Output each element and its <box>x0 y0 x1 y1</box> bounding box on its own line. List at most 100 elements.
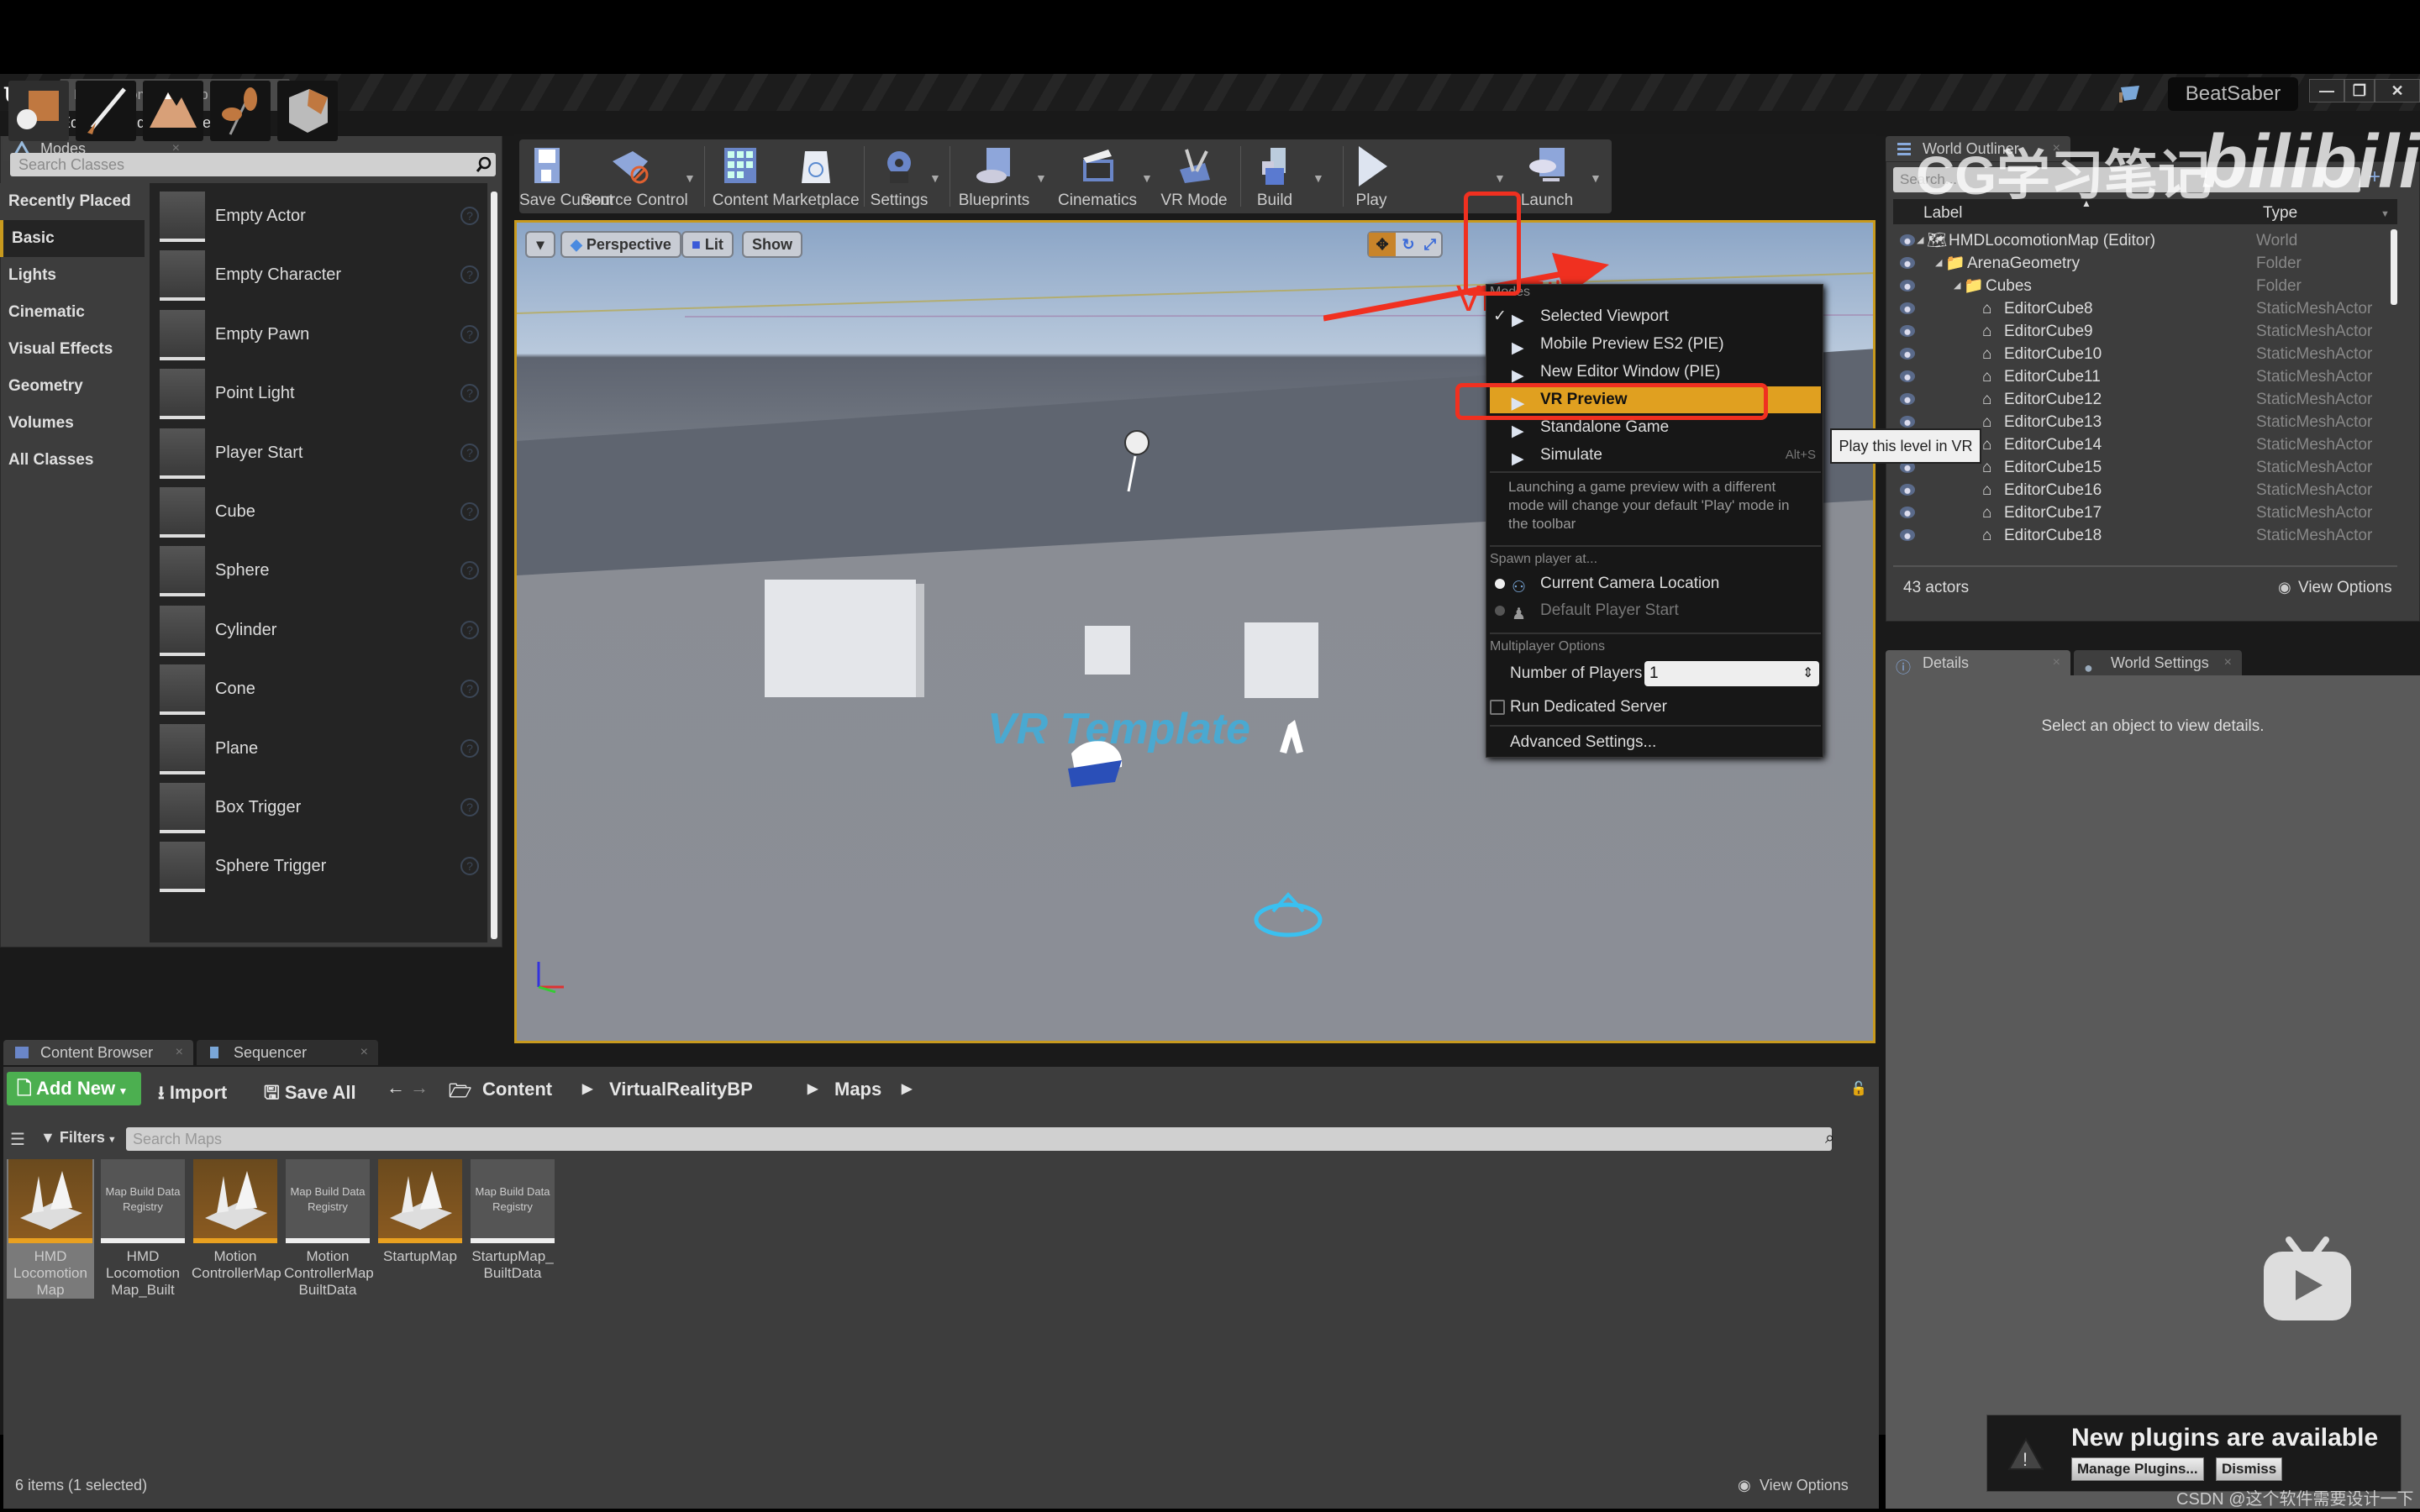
close-button[interactable]: ✕ <box>2375 79 2420 102</box>
outliner-row[interactable]: ◢ 📁 Cubes Folder <box>1897 275 2401 297</box>
category-all-classes[interactable]: All Classes <box>0 442 145 479</box>
launch-button[interactable]: Launch <box>1516 139 1578 213</box>
outliner-row[interactable]: ⌂ EditorCube8 StaticMeshActor <box>1897 297 2401 320</box>
play-mode-item[interactable]: ▶ Mobile Preview ES2 (PIE) <box>1490 331 1821 358</box>
maximize-button[interactable]: ❐ <box>2344 79 2375 102</box>
tab-content-browser[interactable]: Content Browser × <box>3 1040 193 1065</box>
close-tab-icon[interactable]: × <box>2224 650 2232 675</box>
save-all-button[interactable]: 🖫 Save All <box>264 1079 356 1110</box>
category-visual-effects[interactable]: Visual Effects <box>0 331 145 368</box>
geometry-mode-button[interactable] <box>277 81 338 141</box>
placeable-item[interactable]: Box Trigger? <box>160 783 479 833</box>
spinbox-arrows-icon[interactable]: ⇕ <box>1802 664 1813 681</box>
cinematics-button[interactable]: Cinematics <box>1054 139 1141 213</box>
back-arrow-icon[interactable]: ← <box>387 1077 405 1099</box>
visibility-eye-icon[interactable] <box>1900 257 1915 269</box>
blueprints-button[interactable]: Blueprints <box>955 139 1034 213</box>
expand-arrow-icon[interactable]: ◢ <box>1935 252 1942 275</box>
placeable-item[interactable]: Empty Pawn? <box>160 309 479 360</box>
landscape-mode-button[interactable] <box>143 81 203 141</box>
play-mode-item[interactable]: ✓ ▶ Selected Viewport <box>1490 303 1821 330</box>
outliner-view-options[interactable]: View Options <box>2298 579 2392 597</box>
help-icon[interactable]: ? <box>460 680 479 699</box>
paint-mode-button[interactable] <box>76 81 136 141</box>
expand-arrow-icon[interactable]: ◢ <box>1917 229 1923 252</box>
visibility-eye-icon[interactable] <box>1900 325 1915 337</box>
tab-sequencer[interactable]: Sequencer × <box>197 1040 378 1065</box>
minimize-button[interactable]: — <box>2309 79 2344 102</box>
placeable-list-scrollbar[interactable] <box>491 192 497 939</box>
help-icon[interactable]: ? <box>460 798 479 816</box>
help-icon[interactable]: ? <box>460 265 479 285</box>
close-tab-icon[interactable]: × <box>176 1040 183 1065</box>
show-button[interactable]: Show <box>742 231 802 258</box>
number-of-players-input[interactable]: 1 <box>1644 661 1819 686</box>
help-icon[interactable]: ? <box>460 857 479 876</box>
breadcrumb-arrow-icon[interactable]: ▶ <box>582 1080 592 1097</box>
advanced-settings-item[interactable]: Advanced Settings... <box>1510 733 1656 752</box>
source-control-button[interactable]: Source Control <box>581 139 688 213</box>
outliner-row[interactable]: ⌂ EditorCube18 StaticMeshActor <box>1897 524 2401 547</box>
build-button[interactable]: Build <box>1245 139 1304 213</box>
close-tab-icon[interactable]: × <box>2053 650 2060 675</box>
import-button[interactable]: ⭳ Import <box>158 1079 227 1110</box>
visibility-eye-icon[interactable] <box>1900 280 1915 291</box>
blueprints-dropdown-icon[interactable]: ▼ <box>1035 171 1047 185</box>
lit-button[interactable]: ■ Lit <box>681 231 734 258</box>
placeable-item[interactable]: Empty Character? <box>160 250 479 302</box>
asset-tile[interactable]: StartupMap <box>376 1159 464 1265</box>
sources-panel-toggle-icon[interactable]: ☰ <box>10 1129 25 1150</box>
perspective-button[interactable]: ◆ Perspective <box>560 231 681 258</box>
help-icon[interactable]: ? <box>460 561 479 580</box>
dedicated-server-checkbox[interactable] <box>1490 700 1505 715</box>
category-basic[interactable]: Basic <box>0 220 145 257</box>
outliner-row[interactable]: ⌂ EditorCube11 StaticMeshActor <box>1897 365 2401 388</box>
breadcrumb-arrow-icon[interactable]: ▶ <box>808 1080 818 1097</box>
build-dropdown-icon[interactable]: ▼ <box>1313 171 1324 185</box>
visibility-eye-icon[interactable] <box>1900 507 1915 518</box>
search-classes-input[interactable]: Search Classes <box>10 153 496 176</box>
marketplace-button[interactable]: Marketplace <box>771 139 860 213</box>
place-mode-button[interactable] <box>8 81 69 141</box>
expand-arrow-icon[interactable]: ◢ <box>1954 275 1960 297</box>
help-icon[interactable]: ? <box>460 324 479 344</box>
placeable-item[interactable]: Empty Actor? <box>160 192 479 242</box>
help-icon[interactable]: ? <box>460 384 479 403</box>
filters-button[interactable]: ▼ Filters ▼ <box>40 1129 117 1147</box>
breadcrumb-item[interactable]: VirtualRealityBP <box>609 1079 753 1100</box>
launch-dropdown-icon[interactable]: ▼ <box>1590 171 1602 185</box>
placeable-item[interactable]: Sphere? <box>160 546 479 597</box>
content-button[interactable]: Content <box>709 139 771 213</box>
category-cinematic[interactable]: Cinematic <box>0 294 145 331</box>
placeable-item[interactable]: Cone? <box>160 664 479 716</box>
visibility-eye-icon[interactable] <box>1900 234 1915 246</box>
spawn-current-camera[interactable]: ⚇ Current Camera Location <box>1490 570 1821 597</box>
outliner-row[interactable]: ⌂ EditorCube12 StaticMeshActor <box>1897 388 2401 411</box>
visibility-eye-icon[interactable] <box>1900 348 1915 360</box>
play-options-dropdown-icon[interactable]: ▼ <box>1494 171 1506 185</box>
placeable-item[interactable]: Cylinder? <box>160 605 479 656</box>
manage-plugins-button[interactable]: Manage Plugins... <box>2071 1457 2204 1481</box>
visibility-eye-icon[interactable] <box>1900 302 1915 314</box>
asset-tile[interactable]: Map Build Data Registry Motion Controller… <box>284 1159 374 1299</box>
placeable-item[interactable]: Point Light? <box>160 369 479 420</box>
tab-details[interactable]: ⓘ Details × <box>1886 650 2070 676</box>
help-icon[interactable]: ? <box>460 502 479 521</box>
category-geometry[interactable]: Geometry <box>0 368 145 405</box>
settings-dropdown-icon[interactable]: ▼ <box>929 171 941 185</box>
play-mode-item[interactable]: ▶ New Editor Window (PIE) <box>1490 359 1821 386</box>
outliner-scrollbar[interactable] <box>2391 229 2397 305</box>
foliage-mode-button[interactable] <box>210 81 271 141</box>
visibility-eye-icon[interactable] <box>1900 484 1915 496</box>
forward-arrow-icon[interactable]: → <box>410 1077 429 1099</box>
category-recently-placed[interactable]: Recently Placed <box>0 183 145 220</box>
tab-world-settings[interactable]: ● World Settings × <box>2074 650 2242 676</box>
outliner-row[interactable]: ⌂ EditorCube16 StaticMeshActor <box>1897 479 2401 501</box>
breadcrumb-item[interactable]: Content <box>482 1079 552 1100</box>
visibility-eye-icon[interactable] <box>1900 529 1915 541</box>
play-button[interactable]: Play <box>1348 139 1395 213</box>
help-icon[interactable]: ? <box>460 443 479 462</box>
cinematics-dropdown-icon[interactable]: ▼ <box>1141 171 1153 185</box>
vr-mode-button[interactable]: VR Mode <box>1158 139 1230 213</box>
outliner-row[interactable]: ◢ 🗺 HMDLocomotionMap (Editor) World <box>1897 229 2401 252</box>
